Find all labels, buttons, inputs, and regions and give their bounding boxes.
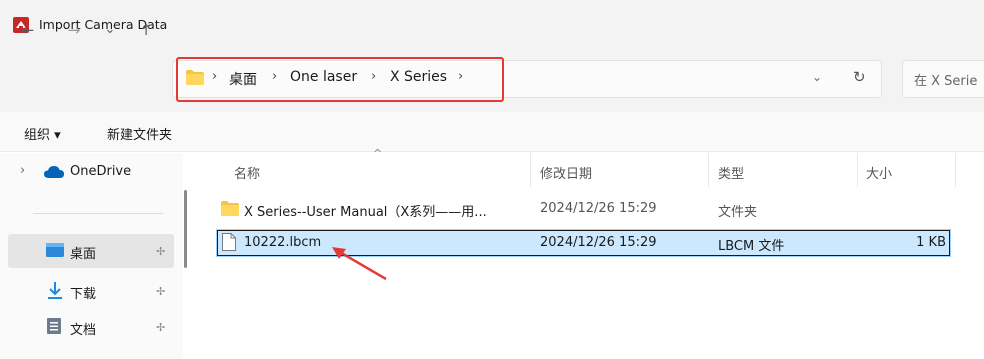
- forward-icon[interactable]: →: [62, 19, 86, 41]
- pin-icon[interactable]: ✢: [156, 321, 165, 334]
- organize-button[interactable]: 组织 ▾: [24, 124, 61, 143]
- desktop-icon: [46, 243, 64, 257]
- breadcrumb-separator: ›: [272, 69, 278, 84]
- breadcrumb-one-laser[interactable]: One laser: [290, 69, 357, 85]
- up-icon[interactable]: ↑: [134, 19, 158, 41]
- column-header-type[interactable]: 类型: [718, 163, 744, 182]
- file-dialog-window: Import Camera Data ← → ⌄ ↑ › 桌面 › One la…: [0, 0, 984, 359]
- sidebar-divider: [33, 213, 163, 214]
- pin-icon[interactable]: ✢: [156, 245, 165, 258]
- search-placeholder: 在 X Serie: [914, 74, 978, 89]
- annotation-arrow-icon: [332, 247, 387, 281]
- column-divider[interactable]: [708, 153, 709, 187]
- column-divider[interactable]: [955, 153, 956, 187]
- file-type: 文件夹: [718, 205, 758, 220]
- file-name[interactable]: 10222.lbcm: [244, 235, 321, 250]
- expand-chevron-icon[interactable]: ›: [20, 163, 25, 178]
- sort-ascending-icon: ^: [373, 147, 383, 160]
- breadcrumb-separator: ›: [371, 69, 377, 84]
- file-size: 1 KB: [916, 235, 946, 250]
- file-modified: 2024/12/26 15:29: [540, 235, 657, 250]
- breadcrumb-separator: ›: [212, 69, 218, 84]
- column-divider[interactable]: [530, 153, 531, 187]
- sidebar-item-onedrive[interactable]: OneDrive: [70, 164, 131, 179]
- breadcrumb-separator: ›: [458, 69, 464, 84]
- recent-locations-icon[interactable]: ⌄: [100, 19, 120, 41]
- breadcrumb-desktop[interactable]: 桌面: [229, 69, 257, 89]
- breadcrumb-x-series[interactable]: X Series: [390, 69, 447, 85]
- new-folder-button[interactable]: 新建文件夹: [107, 124, 172, 143]
- sidebar-item-desktop[interactable]: 桌面: [70, 243, 96, 262]
- file-modified: 2024/12/26 15:29: [540, 201, 657, 216]
- column-divider[interactable]: [857, 153, 858, 187]
- onedrive-icon: [44, 166, 64, 178]
- back-icon[interactable]: ←: [16, 19, 40, 41]
- downloads-icon: [48, 282, 62, 299]
- file-name[interactable]: X Series--User Manual（X系列——用...: [244, 201, 487, 220]
- documents-icon: [47, 318, 61, 334]
- folder-icon: [221, 201, 239, 216]
- sidebar-item-downloads[interactable]: 下载: [70, 283, 96, 302]
- folder-icon: [186, 70, 204, 85]
- refresh-icon[interactable]: ↻: [853, 68, 866, 86]
- column-header-name[interactable]: 名称: [234, 163, 260, 182]
- file-type: LBCM 文件: [718, 239, 785, 254]
- sidebar-scrollbar[interactable]: [184, 190, 187, 268]
- column-header-modified[interactable]: 修改日期: [540, 163, 592, 182]
- column-header-size[interactable]: 大小: [866, 163, 892, 182]
- sidebar-item-documents[interactable]: 文档: [70, 319, 96, 338]
- pin-icon[interactable]: ✢: [156, 285, 165, 298]
- file-icon: [222, 233, 236, 251]
- address-dropdown-icon[interactable]: ⌄: [812, 70, 822, 84]
